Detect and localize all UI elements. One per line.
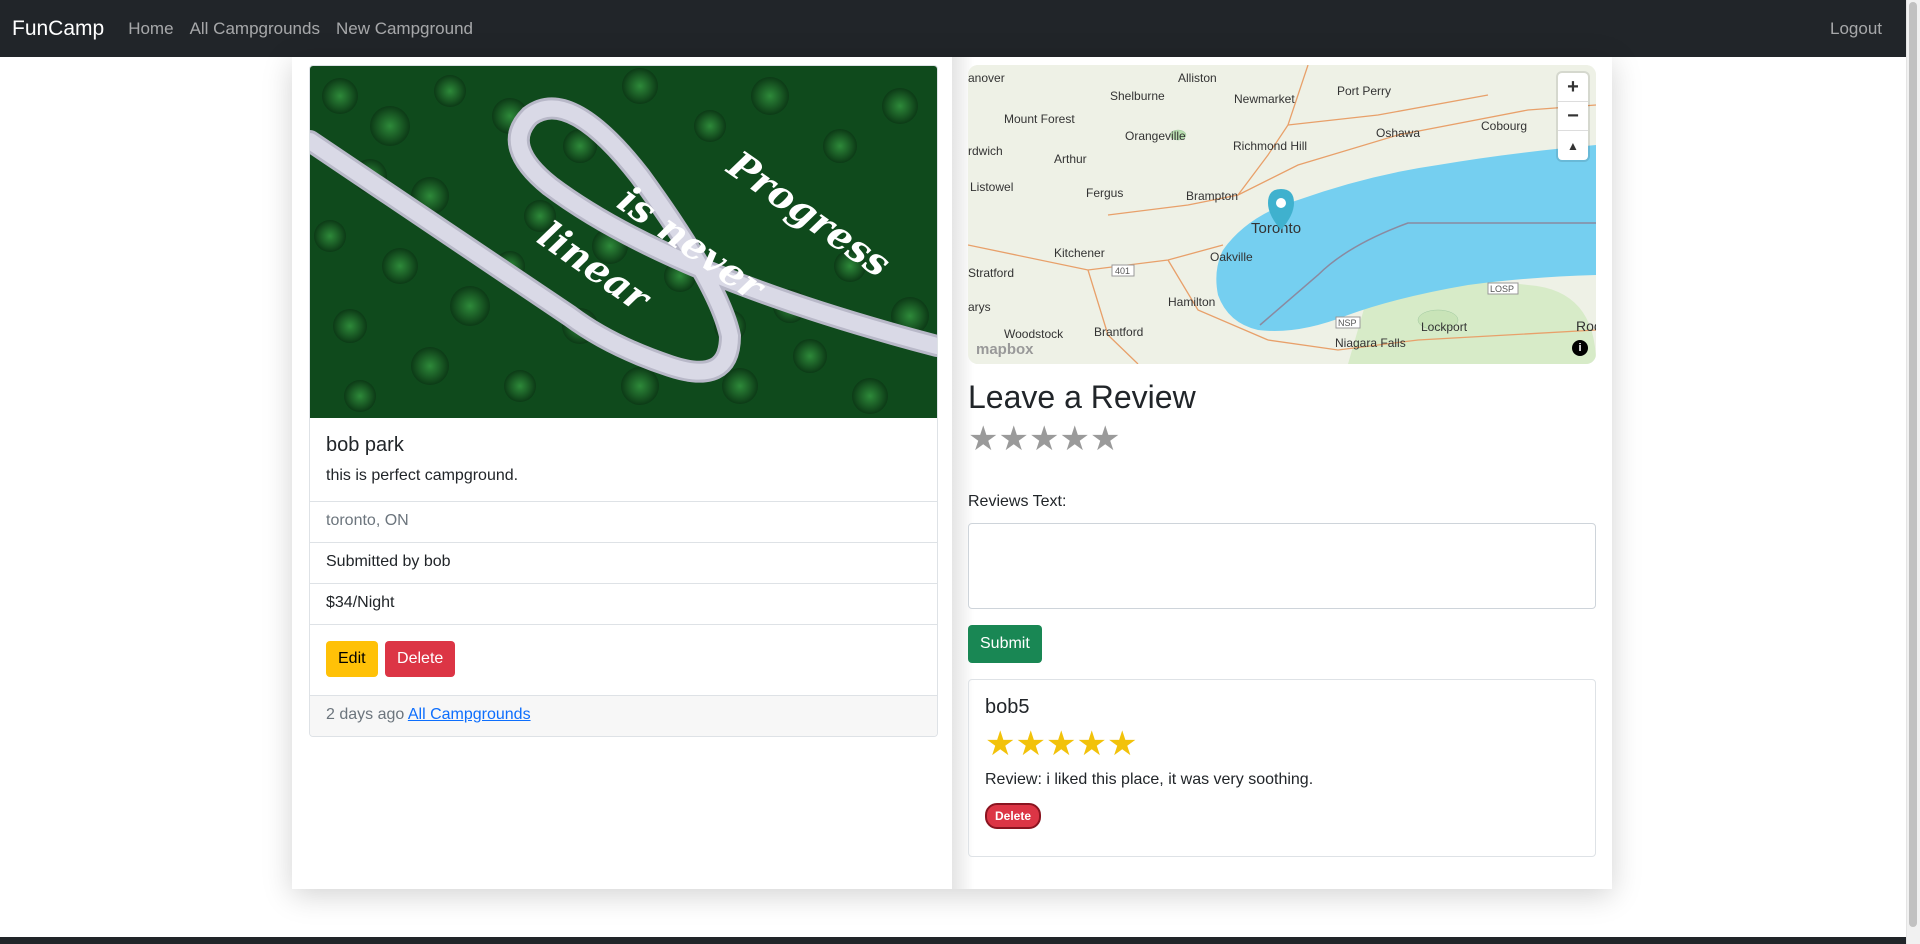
scrollbar-thumb[interactable] (1909, 2, 1917, 927)
map-label: Richmond Hill (1233, 139, 1307, 153)
map-label: Orangeville (1125, 129, 1186, 143)
map-label: Oakville (1210, 250, 1253, 264)
star-3-icon[interactable]: ★ (1029, 422, 1059, 456)
logout-link[interactable]: Logout (1830, 19, 1882, 39)
card-body: bob park this is perfect campground. (310, 418, 937, 501)
map-label: rdwich (968, 144, 1003, 158)
star-5-icon[interactable]: ★ (1090, 422, 1120, 456)
highway-label: 401 (1115, 266, 1130, 276)
brand-link[interactable]: FunCamp (12, 17, 104, 41)
campground-image: Progress is never linear (310, 66, 937, 418)
star-2-icon[interactable]: ★ (998, 422, 1028, 456)
star-filled-icon: ★ (1106, 725, 1138, 763)
bottom-bar (0, 937, 1906, 944)
map-controls: + − ▲ (1558, 73, 1588, 160)
campground-description: this is perfect campground. (326, 467, 519, 484)
star-filled-icon: ★ (1015, 725, 1046, 763)
nav-link-all-campgrounds[interactable]: All Campgrounds (190, 19, 320, 39)
attribution-info-icon[interactable]: i (1572, 340, 1588, 356)
nav-link-new-campground[interactable]: New Campground (336, 19, 473, 39)
map-label: Brampton (1186, 189, 1238, 203)
star-rating-input[interactable]: ★ ★ ★ ★ ★ (968, 422, 1120, 456)
map-label: Fergus (1086, 186, 1123, 200)
highway-label: NSP (1338, 318, 1357, 328)
posted-time: 2 days ago (326, 706, 405, 723)
star-1-icon[interactable]: ★ (968, 422, 998, 456)
card-actions: Edit Delete (310, 624, 937, 695)
delete-review-button[interactable]: Delete (985, 803, 1042, 829)
map-label: Brantford (1094, 325, 1143, 339)
map-label: Woodstock (1004, 327, 1064, 341)
review-text-label: Reviews Text: (968, 493, 1067, 510)
star-4-icon[interactable]: ★ (1059, 422, 1089, 456)
edit-button[interactable]: Edit (326, 641, 378, 677)
map-label: Stratford (968, 266, 1014, 280)
campground-title: bob park (326, 434, 404, 456)
map-label: Listowel (970, 180, 1013, 194)
submit-review-button[interactable]: Submit (968, 625, 1042, 663)
mapbox-logo[interactable]: mapbox (976, 341, 1034, 358)
review-author: bob5 (985, 696, 1030, 718)
campground-price: $34/Night (310, 583, 937, 624)
star-filled-icon: ★ (1045, 725, 1077, 763)
card-footer: 2 days ago All Campgrounds (310, 695, 937, 736)
review-rating: ★ ★ ★ ★ ★ (985, 727, 1579, 761)
star-filled-icon: ★ (1076, 725, 1107, 763)
map-label: Mount Forest (1004, 112, 1075, 126)
map-label: Niagara Falls (1335, 336, 1406, 350)
campground-card: Progress is never linear bob park this i… (309, 65, 938, 737)
highway-label: LOSP (1490, 284, 1514, 294)
map-label: Cobourg (1481, 119, 1527, 133)
reset-north-button[interactable]: ▲ (1558, 131, 1588, 160)
map-label: Roc (1576, 318, 1596, 334)
main-container: Progress is never linear bob park this i… (292, 57, 1612, 889)
map-label: Shelburne (1110, 89, 1165, 103)
navbar: FunCamp Home All Campgrounds New Campgro… (0, 0, 1906, 57)
map-label: Hamilton (1168, 295, 1215, 309)
review-text-input[interactable] (968, 523, 1596, 609)
map-label: Port Perry (1337, 84, 1391, 98)
review-body: Review: i liked this place, it was very … (985, 771, 1314, 788)
map-label: Arthur (1054, 152, 1087, 166)
map-label: Kitchener (1054, 246, 1105, 260)
map-label: anover (968, 71, 1005, 85)
all-campgrounds-link[interactable]: All Campgrounds (408, 706, 531, 723)
review-heading: Leave a Review (968, 379, 1196, 415)
zoom-in-button[interactable]: + (1558, 73, 1588, 102)
map-label: arys (968, 300, 991, 314)
campground-location: toronto, ON (310, 501, 937, 542)
campground-author: Submitted by bob (310, 542, 937, 583)
map[interactable]: anover Alliston Shelburne Newmarket Port… (968, 65, 1596, 364)
zoom-out-button[interactable]: − (1558, 102, 1588, 131)
delete-button[interactable]: Delete (385, 641, 456, 677)
nav-link-home[interactable]: Home (128, 19, 173, 39)
map-canvas[interactable]: anover Alliston Shelburne Newmarket Port… (968, 65, 1596, 364)
map-label: Lockport (1421, 320, 1468, 334)
map-label: Oshawa (1376, 126, 1420, 140)
review-card: bob5 ★ ★ ★ ★ ★ Review: i liked this plac… (968, 679, 1596, 857)
map-label: Newmarket (1234, 92, 1295, 106)
scrollbar[interactable] (1906, 0, 1920, 944)
star-filled-icon: ★ (985, 725, 1016, 763)
map-label: Alliston (1178, 71, 1217, 85)
